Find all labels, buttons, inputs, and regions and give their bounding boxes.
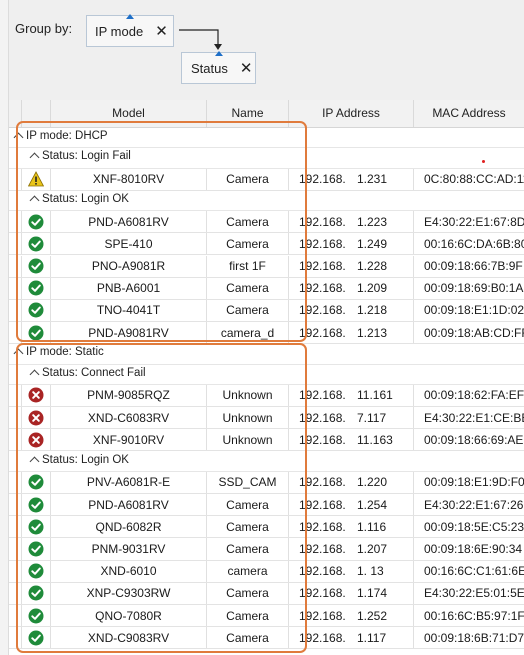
ip-suffix: 1.218 [357, 303, 388, 318]
group-chip-ip-mode[interactable]: IP mode ✕ [86, 14, 174, 47]
ip-suffix: 1.116 [357, 519, 387, 534]
column-header-mac-address[interactable]: MAC Address [413, 100, 524, 127]
ip-suffix: 1.223 [357, 214, 388, 229]
ip-suffix: 1.254 [357, 497, 388, 512]
ip-suffix: 1.213 [357, 325, 388, 340]
ip-prefix: 192.168. [299, 519, 346, 534]
ip-suffix: 1. 13 [357, 564, 384, 579]
ip-prefix: 192.168. [299, 259, 346, 274]
ip-prefix: 192.168. [299, 325, 346, 340]
mac-address-cell: 00:09:18:66:7B:9F [413, 255, 524, 277]
ip-suffix: 1.209 [357, 281, 388, 296]
remove-group-icon[interactable]: ✕ [240, 59, 253, 77]
mac-address-cell: 00:09:18:E1:9D:F0 [413, 471, 524, 493]
ip-suffix: 1.231 [357, 172, 388, 187]
ip-prefix: 192.168. [299, 630, 346, 645]
ip-prefix: 192.168. [299, 541, 346, 556]
mac-address-cell: E4:30:22:E1:67:26 [413, 494, 524, 516]
mac-address-cell: E4:30:22:E5:01:5E [413, 582, 524, 604]
group-chip-label: Status [191, 60, 228, 76]
ip-suffix: 1.207 [357, 541, 388, 556]
mac-address-cell: 00:09:18:5E:C5:23 [413, 516, 524, 538]
ip-prefix: 192.168. [299, 410, 346, 425]
ip-suffix: 1.174 [357, 586, 388, 601]
ip-prefix: 192.168. [299, 497, 346, 512]
group-by-label: Group by: [15, 21, 73, 36]
ip-suffix: 11.163 [357, 432, 393, 447]
ip-suffix: 1.252 [357, 608, 388, 623]
ip-prefix: 192.168. [299, 564, 346, 579]
mac-address-cell: 0C:80:88:CC:AD:11 [413, 168, 524, 190]
group-chip-status[interactable]: Status ✕ [181, 51, 256, 84]
mac-address-cell: 00:16:6C:B5:97:1F [413, 605, 524, 627]
ip-prefix: 192.168. [299, 586, 346, 601]
mac-address-cell: E4:30:22:E1:67:8D [413, 211, 524, 233]
ip-suffix: 1.228 [357, 259, 388, 274]
ip-suffix: 1.117 [357, 630, 387, 645]
mac-address-cell: 00:09:18:E1:1D:02 [413, 299, 524, 322]
static-group-highlight [16, 343, 307, 653]
mac-address-cell: 00:16:6C:DA:6B:80 [413, 233, 524, 255]
ip-suffix: 11.161 [357, 388, 393, 403]
mac-address-cell: 00:09:18:6E:90:34 [413, 538, 524, 560]
mac-address-cell: 00:09:18:69:B0:1A [413, 277, 524, 299]
mac-address-cell: 00:09:18:AB:CD:FF [413, 322, 524, 344]
sort-caret-icon [126, 14, 134, 19]
sort-caret-icon [214, 51, 223, 56]
ip-suffix: 1.220 [357, 475, 388, 490]
mac-address-cell: 00:09:18:66:69:AE [413, 429, 524, 451]
group-chip-label: IP mode [95, 23, 144, 39]
column-header-ip-address[interactable]: IP Address [288, 100, 413, 127]
ip-prefix: 192.168. [299, 388, 346, 403]
red-marker-dot [482, 160, 485, 163]
ip-prefix: 192.168. [299, 236, 346, 251]
left-panel-edge [0, 0, 9, 655]
mac-address-cell: E4:30:22:E1:CE:BB [413, 407, 524, 429]
group-by-panel: Group by: IP mode ✕ Status ✕ [9, 0, 524, 100]
ip-prefix: 192.168. [299, 303, 346, 318]
ip-prefix: 192.168. [299, 281, 346, 296]
dhcp-group-highlight [16, 121, 307, 342]
ip-suffix: 7.117 [357, 410, 387, 425]
ip-suffix: 1.249 [357, 236, 388, 251]
ip-prefix: 192.168. [299, 214, 346, 229]
remove-group-icon[interactable]: ✕ [155, 22, 168, 40]
mac-address-cell: 00:09:18:6B:71:D7 [413, 627, 524, 649]
ip-prefix: 192.168. [299, 172, 346, 187]
ip-prefix: 192.168. [299, 475, 346, 490]
ip-prefix: 192.168. [299, 608, 346, 623]
mac-address-cell: 00:16:6C:C1:61:6E [413, 560, 524, 582]
mac-address-cell: 00:09:18:62:FA:EF [413, 384, 524, 407]
ip-prefix: 192.168. [299, 432, 346, 447]
